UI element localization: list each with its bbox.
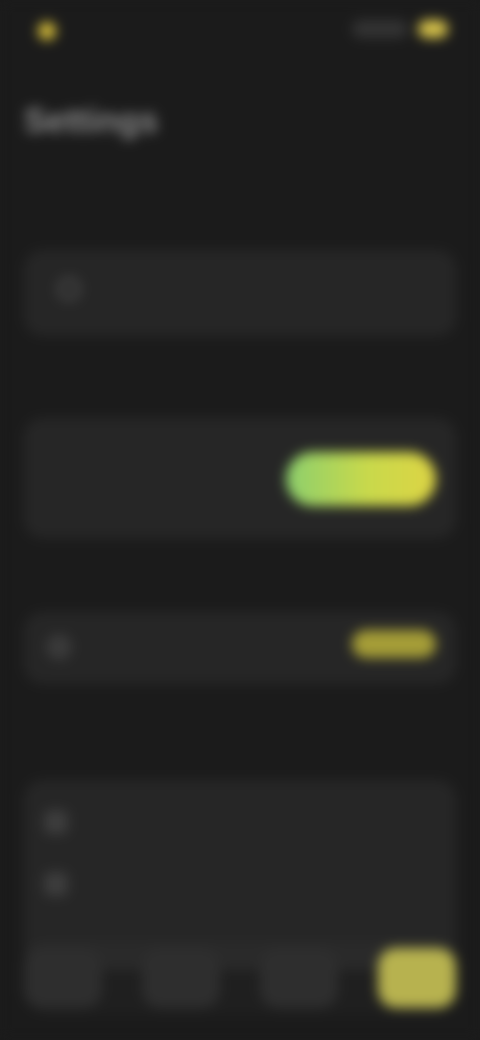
tab-search[interactable]: [142, 948, 220, 1008]
update-action-button[interactable]: [352, 630, 436, 658]
toggle-card: [24, 418, 456, 538]
status-accent-dot: [418, 20, 448, 38]
status-pill: [352, 20, 408, 38]
status-right: [352, 20, 448, 38]
feature-item-1[interactable]: [44, 810, 444, 834]
tab-home[interactable]: [24, 948, 102, 1008]
page-title: Settings: [24, 102, 159, 140]
feature-item-2[interactable]: [44, 872, 444, 896]
feature-icon: [44, 872, 68, 896]
search-icon: [58, 278, 80, 300]
feature-icon: [44, 810, 68, 834]
toggle-switch[interactable]: [286, 452, 436, 506]
search-card[interactable]: [24, 250, 456, 336]
bottom-tab-bar: [24, 942, 456, 1014]
tab-library[interactable]: [260, 948, 338, 1008]
app-logo-icon: [38, 22, 56, 40]
tab-settings[interactable]: [378, 948, 456, 1008]
info-icon: [46, 634, 72, 660]
status-bar: [0, 0, 480, 64]
update-card: [24, 612, 456, 684]
